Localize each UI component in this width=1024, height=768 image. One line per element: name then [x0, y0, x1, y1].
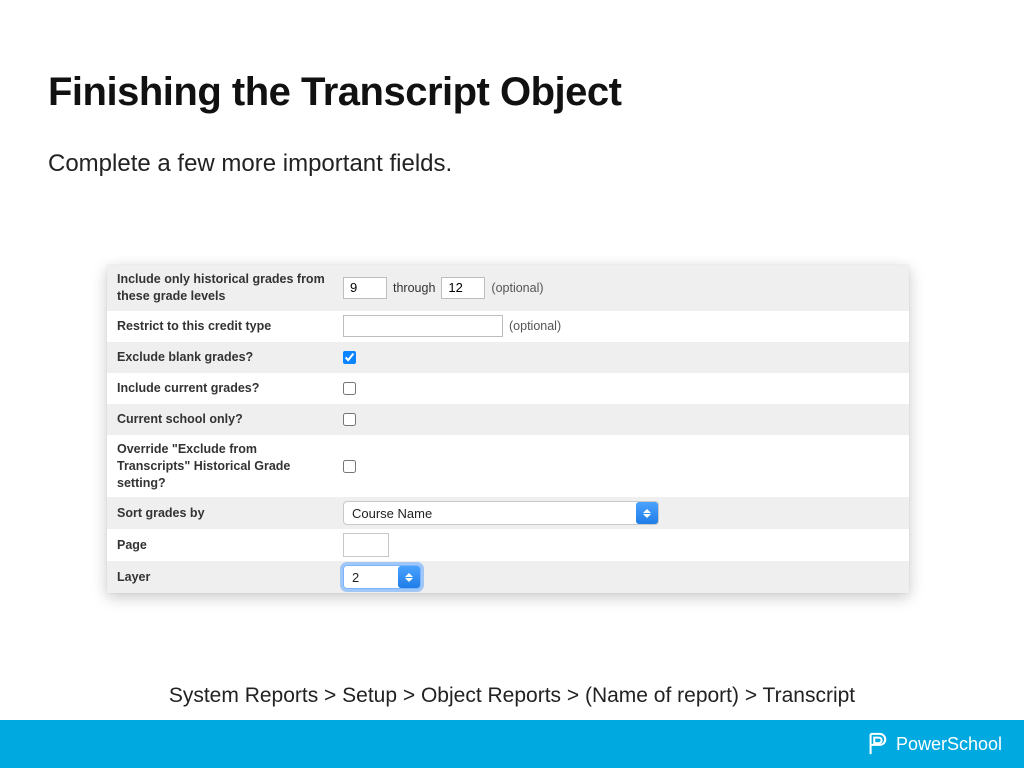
brand-text: PowerSchool: [896, 734, 1002, 755]
powerschool-icon: [866, 731, 888, 757]
row-credit-type: Restrict to this credit type (optional): [107, 311, 909, 342]
sort-select-value: Course Name: [352, 506, 432, 521]
label-exclude-blank: Exclude blank grades?: [107, 343, 337, 372]
row-layer: Layer 2: [107, 561, 909, 593]
layer-select[interactable]: 2: [343, 565, 421, 589]
slide-title: Finishing the Transcript Object: [48, 70, 621, 115]
optional-hint: (optional): [491, 281, 543, 295]
row-include-current: Include current grades?: [107, 373, 909, 404]
layer-select-value: 2: [352, 570, 359, 585]
label-layer: Layer: [107, 563, 337, 592]
exclude-blank-checkbox[interactable]: [343, 351, 356, 364]
label-sort: Sort grades by: [107, 499, 337, 528]
row-override-exclude: Override "Exclude from Transcripts" Hist…: [107, 435, 909, 498]
row-current-school: Current school only?: [107, 404, 909, 435]
label-current-school: Current school only?: [107, 405, 337, 434]
row-exclude-blank: Exclude blank grades?: [107, 342, 909, 373]
include-current-checkbox[interactable]: [343, 382, 356, 395]
sort-select[interactable]: Course Name: [343, 501, 659, 525]
footer-bar: PowerSchool: [0, 720, 1024, 768]
label-grade-levels: Include only historical grades from thes…: [107, 265, 337, 311]
label-page: Page: [107, 531, 337, 560]
brand-logo: PowerSchool: [866, 731, 1002, 757]
grade-from-input[interactable]: [343, 277, 387, 299]
grade-to-input[interactable]: [441, 277, 485, 299]
settings-panel: Include only historical grades from thes…: [107, 265, 909, 593]
label-override-exclude: Override "Exclude from Transcripts" Hist…: [107, 435, 337, 498]
page-input[interactable]: [343, 533, 389, 557]
current-school-checkbox[interactable]: [343, 413, 356, 426]
label-include-current: Include current grades?: [107, 374, 337, 403]
override-exclude-checkbox[interactable]: [343, 460, 356, 473]
optional-hint: (optional): [509, 319, 561, 333]
slide-subtitle: Complete a few more important fields.: [48, 150, 452, 178]
through-text: through: [393, 281, 435, 295]
label-credit-type: Restrict to this credit type: [107, 312, 337, 341]
select-stepper-icon: [398, 566, 420, 588]
row-grade-levels: Include only historical grades from thes…: [107, 265, 909, 311]
row-sort: Sort grades by Course Name: [107, 497, 909, 529]
credit-type-input[interactable]: [343, 315, 503, 337]
breadcrumb: System Reports > Setup > Object Reports …: [0, 684, 1024, 708]
select-stepper-icon: [636, 502, 658, 524]
row-page: Page: [107, 529, 909, 561]
